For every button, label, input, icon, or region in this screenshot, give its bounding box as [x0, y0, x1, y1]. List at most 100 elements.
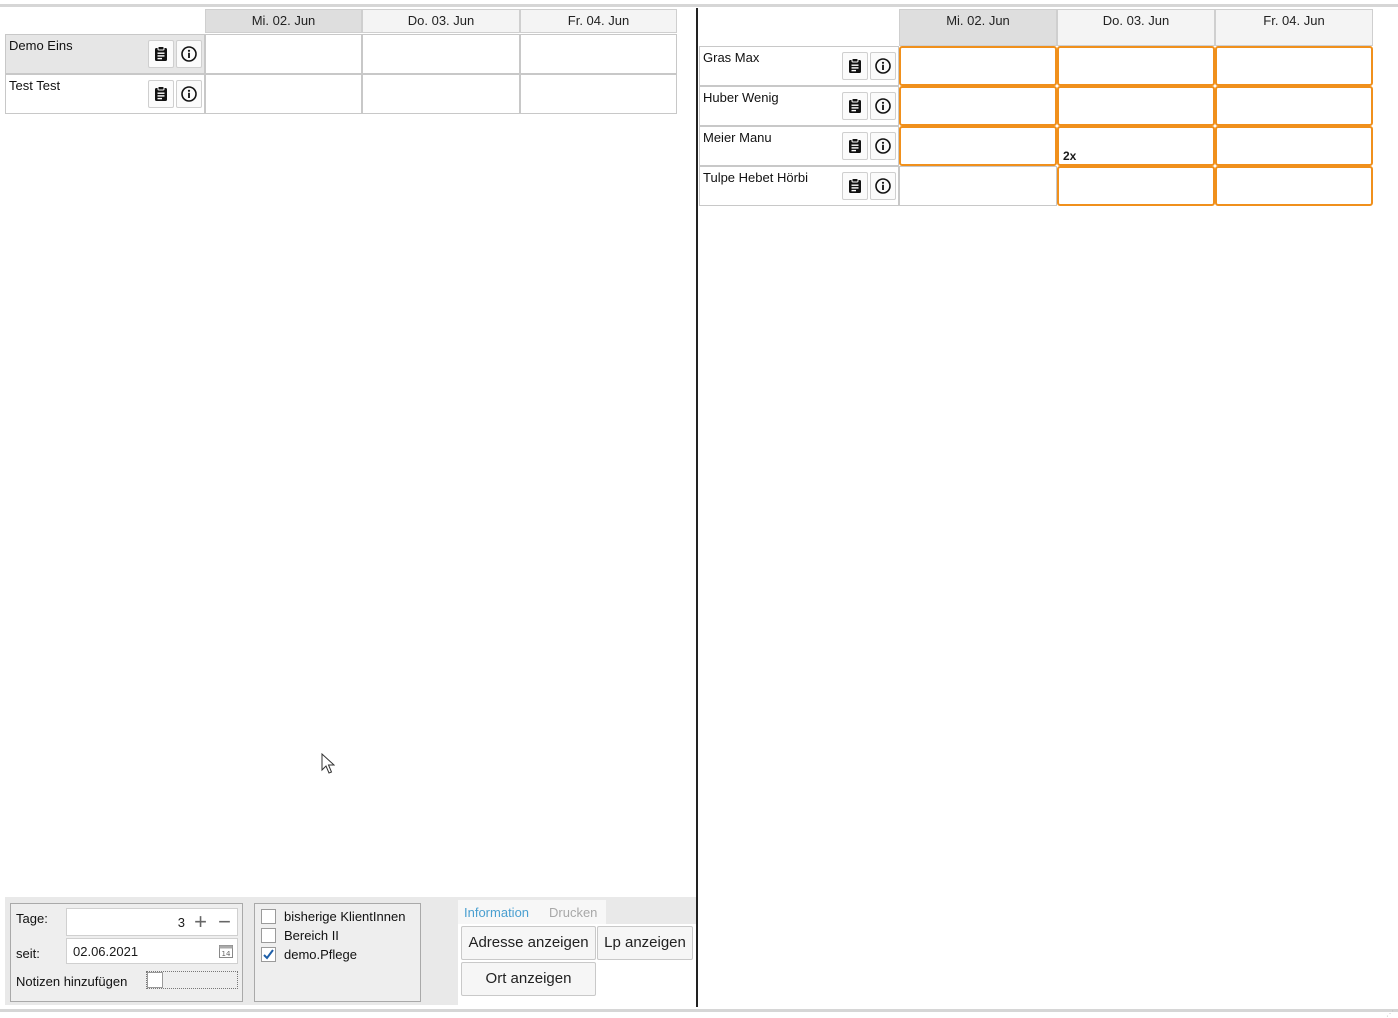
filter-label[interactable]: Bereich II [284, 928, 339, 943]
info-tab-content: Adresse anzeigen Lp anzeigen Ort anzeige… [458, 924, 696, 1005]
right-grid-cell[interactable] [1215, 46, 1373, 86]
days-label: Tage: [16, 911, 48, 926]
right-grid-cell[interactable] [1057, 86, 1215, 126]
clipboard-button[interactable] [842, 132, 868, 160]
right-grid-cell[interactable] [899, 166, 1057, 206]
filter-checkbox[interactable] [261, 947, 276, 962]
checkmark-icon [263, 949, 274, 960]
show-location-button[interactable]: Ort anzeigen [461, 962, 596, 996]
left-grid-cell[interactable] [520, 74, 677, 114]
left-day-header[interactable]: Mi. 02. Jun [205, 9, 362, 33]
info-tab-bar: Information Drucken [458, 900, 606, 924]
day-label: Mi. 02. Jun [946, 13, 1010, 28]
day-label: Do. 03. Jun [407, 13, 475, 28]
info-icon [181, 46, 197, 62]
cell-count: 2x [1063, 149, 1077, 163]
right-row-header[interactable]: Meier Manu [699, 126, 899, 166]
right-row-header[interactable]: Gras Max [699, 46, 899, 86]
tab-drucken[interactable]: Drucken [549, 905, 597, 920]
filter-group: bisherige KlientInnen Bereich II demo.Pfle… [254, 903, 421, 1002]
right-day-header[interactable]: Do. 03. Jun [1057, 9, 1215, 46]
info-icon [875, 138, 891, 154]
minus-icon[interactable]: − [218, 909, 231, 935]
bottom-border [0, 1009, 1398, 1012]
panel-splitter[interactable] [696, 8, 698, 1007]
info-icon [875, 178, 891, 194]
left-grid-cell[interactable] [362, 74, 520, 114]
clipboard-button[interactable] [842, 52, 868, 80]
right-grid-cell[interactable] [899, 126, 1057, 166]
info-button[interactable] [176, 80, 202, 108]
right-row-header[interactable]: Huber Wenig [699, 86, 899, 126]
left-day-header[interactable]: Fr. 04. Jun [520, 9, 677, 33]
mouse-pointer-icon [321, 753, 335, 774]
settings-group: Tage: 3 + − seit: 02.06.2021 14 Notizen … [10, 903, 243, 1002]
filter-label[interactable]: bisherige KlientInnen [284, 909, 405, 924]
filter-label[interactable]: demo.Pflege [284, 947, 357, 962]
filter-checkbox[interactable] [261, 928, 276, 943]
left-row-header[interactable]: Demo Eins [5, 34, 205, 74]
clipboard-button[interactable] [148, 40, 174, 68]
left-grid-cell[interactable] [520, 34, 677, 74]
row-name: Gras Max [703, 50, 760, 65]
clipboard-icon [849, 58, 861, 73]
right-grid-cell[interactable] [1057, 46, 1215, 86]
svg-text:14: 14 [222, 950, 231, 958]
filter-checkbox[interactable] [261, 909, 276, 924]
right-grid-cell[interactable] [1057, 166, 1215, 206]
right-day-header[interactable]: Fr. 04. Jun [1215, 9, 1373, 46]
top-border [0, 4, 1398, 7]
info-icon [181, 86, 197, 102]
resize-grip[interactable]: ⋰ [1386, 1010, 1396, 1018]
clipboard-icon [155, 46, 167, 61]
info-button[interactable] [870, 92, 896, 120]
since-label: seit: [16, 946, 40, 961]
notes-checkbox[interactable] [147, 972, 163, 988]
bottom-panel: Tage: 3 + − seit: 02.06.2021 14 Notizen … [5, 897, 696, 1005]
days-value: 3 [177, 915, 185, 930]
row-name: Test Test [9, 78, 61, 93]
left-grid-cell[interactable] [362, 34, 520, 74]
right-grid-cell[interactable] [1215, 126, 1373, 166]
since-date-value: 02.06.2021 [73, 944, 139, 959]
info-button[interactable] [870, 52, 896, 80]
day-label: Fr. 04. Jun [1263, 13, 1325, 28]
clipboard-icon [849, 178, 861, 193]
day-label: Fr. 04. Jun [567, 13, 630, 28]
notes-toggle-area[interactable] [146, 971, 238, 989]
left-grid-cell[interactable] [205, 34, 362, 74]
right-grid-cell[interactable] [899, 46, 1057, 86]
right-grid-cell[interactable] [1215, 166, 1373, 206]
info-button[interactable] [870, 172, 896, 200]
info-button[interactable] [870, 132, 896, 160]
plus-icon[interactable]: + [194, 909, 207, 935]
show-address-button[interactable]: Adresse anzeigen [461, 926, 596, 960]
clipboard-icon [849, 138, 861, 153]
clipboard-button[interactable] [842, 172, 868, 200]
row-name: Tulpe Hebet Hörbi [703, 170, 809, 185]
clipboard-icon [849, 98, 861, 113]
clipboard-button[interactable] [148, 80, 174, 108]
tab-information[interactable]: Information [464, 905, 529, 920]
info-button[interactable] [176, 40, 202, 68]
days-stepper[interactable]: 3 + − [66, 908, 238, 936]
row-name: Huber Wenig [703, 90, 779, 105]
clipboard-icon [155, 86, 167, 101]
day-label: Mi. 02. Jun [251, 13, 316, 28]
since-date-field[interactable]: 02.06.2021 14 [66, 938, 238, 964]
info-icon [875, 58, 891, 74]
right-grid-cell[interactable] [899, 86, 1057, 126]
calendar-icon[interactable]: 14 [218, 943, 234, 959]
left-grid-cell[interactable] [205, 74, 362, 114]
left-day-header[interactable]: Do. 03. Jun [362, 9, 520, 33]
right-grid-cell[interactable]: 2x [1057, 126, 1215, 166]
right-grid-cell[interactable] [1215, 86, 1373, 126]
right-day-header[interactable]: Mi. 02. Jun [899, 9, 1057, 46]
right-row-header[interactable]: Tulpe Hebet Hörbi [699, 166, 899, 206]
show-lp-button[interactable]: Lp anzeigen [597, 926, 693, 960]
notes-label: Notizen hinzufügen [16, 974, 128, 989]
row-name: Demo Eins [9, 38, 73, 53]
row-name: Meier Manu [703, 130, 772, 145]
clipboard-button[interactable] [842, 92, 868, 120]
left-row-header[interactable]: Test Test [5, 74, 205, 114]
